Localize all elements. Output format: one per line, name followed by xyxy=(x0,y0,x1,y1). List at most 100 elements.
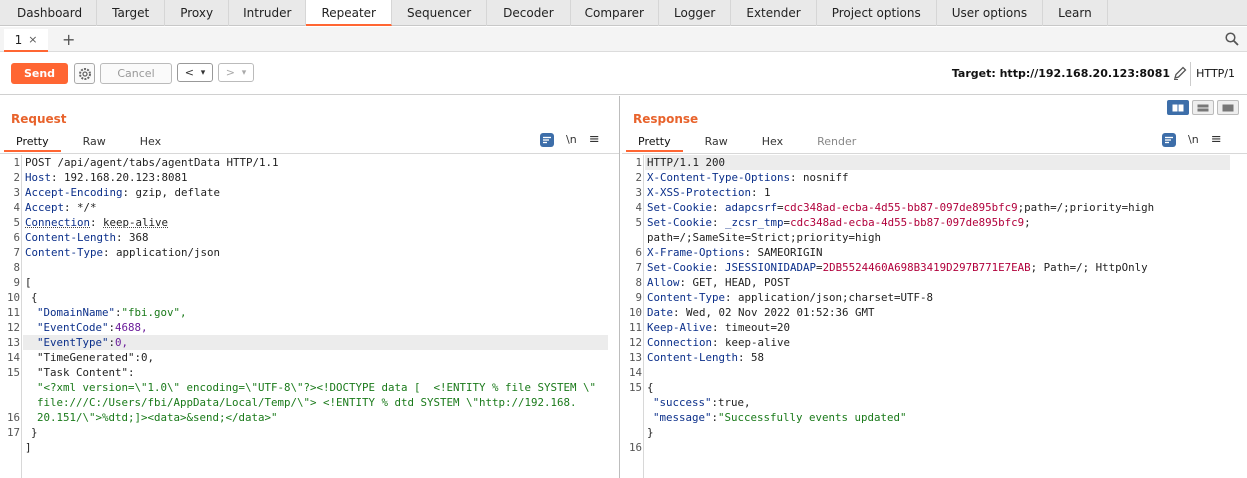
line-number: 9 xyxy=(635,291,642,304)
tab-learn[interactable]: Learn xyxy=(1043,0,1108,26)
request-tab-raw[interactable]: Raw xyxy=(71,132,118,152)
line-number xyxy=(0,395,20,410)
target-label: Target: http://192.168.20.123:8081 xyxy=(951,67,1170,80)
header-x-frame-options: X-Frame-Options: SAMEORIGIN xyxy=(647,246,823,259)
tabs-icon xyxy=(1222,104,1234,111)
columns-icon xyxy=(1172,104,1184,111)
close-icon[interactable]: × xyxy=(28,33,37,46)
header-date: Date: Wed, 02 Nov 2022 01:52:36 GMT xyxy=(647,306,875,319)
json-open-brace: { xyxy=(647,381,654,394)
header-accept: Accept: */* xyxy=(25,201,97,214)
tab-sequencer[interactable]: Sequencer xyxy=(392,0,488,26)
response-pane: Response Pretty Raw Hex Render \n ≡ 1234… xyxy=(622,96,1247,478)
menu-icon[interactable]: ≡ xyxy=(589,132,600,147)
header-connection: Connection: keep-alive xyxy=(647,336,791,349)
current-line-highlight xyxy=(645,155,1230,170)
response-tab-render[interactable]: Render xyxy=(805,132,868,152)
forward-button[interactable]: > ▾ xyxy=(218,63,254,82)
chevron-down-icon[interactable]: ▾ xyxy=(201,68,206,78)
header-allow: Allow: GET, HEAD, POST xyxy=(647,276,791,289)
send-button[interactable]: Send xyxy=(11,63,68,84)
chevron-down-icon[interactable]: ▾ xyxy=(242,68,247,78)
header-content-type: Content-Type: application/json;charset=U… xyxy=(647,291,934,304)
json-close-bracket: ] xyxy=(25,441,32,454)
pretty-print-icon[interactable] xyxy=(1162,132,1176,147)
json-close-brace: } xyxy=(647,426,654,439)
newline-toggle[interactable]: \n xyxy=(1188,133,1199,146)
tab-user-options[interactable]: User options xyxy=(937,0,1044,26)
chevron-right-icon: > xyxy=(225,66,235,79)
line-number: 3 xyxy=(635,186,642,199)
layout-side-by-side-button[interactable] xyxy=(1167,100,1189,115)
line-number: 14 xyxy=(6,351,20,364)
header-connection: Connection: keep-alive xyxy=(25,216,169,229)
pencil-icon[interactable] xyxy=(1172,65,1188,81)
line-number: 10 xyxy=(628,306,642,319)
line-number: 8 xyxy=(635,276,642,289)
line-number: 7 xyxy=(13,246,20,259)
tab-comparer[interactable]: Comparer xyxy=(571,0,659,26)
response-editor-controls: \n ≡ xyxy=(1162,132,1222,147)
response-tab-pretty[interactable]: Pretty xyxy=(626,132,683,152)
layout-stacked-button[interactable] xyxy=(1192,100,1214,115)
request-pane: Request Pretty Raw Hex \n ≡ 1 2 3 4 5 6 7 8 9 10 1… xyxy=(0,96,620,478)
header-host: Host: 192.168.20.123:8081 xyxy=(25,171,188,184)
line-number: 15 xyxy=(6,366,20,379)
line-number: 14 xyxy=(628,366,642,379)
line-number: 8 xyxy=(13,261,20,274)
line-number: 11 xyxy=(6,306,20,319)
response-title: Response xyxy=(633,112,699,126)
json-open-brace: { xyxy=(31,291,38,304)
cancel-button[interactable]: Cancel xyxy=(100,63,172,84)
add-tab-icon[interactable]: + xyxy=(62,30,75,49)
http-version-toggle[interactable]: HTTP/1 xyxy=(1196,67,1235,80)
tab-logger[interactable]: Logger xyxy=(659,0,732,26)
line-number: 1 xyxy=(635,156,642,169)
tab-proxy[interactable]: Proxy xyxy=(165,0,230,26)
line-number: 13 xyxy=(6,336,20,349)
json-field-message: "message":"Successfully events updated" xyxy=(653,411,907,424)
layout-tabbed-button[interactable] xyxy=(1217,100,1239,115)
header-content-type: Content-Type: application/json xyxy=(25,246,221,259)
request-tab-hex[interactable]: Hex xyxy=(128,132,173,152)
repeater-toolbar: Send Cancel < ▾ > ▾ Target: http://192.1… xyxy=(0,53,1247,95)
line-number: 4 xyxy=(635,201,642,214)
tab-repeater[interactable]: Repeater xyxy=(306,0,392,26)
line-number: 15 xyxy=(628,381,642,394)
request-tab-pretty[interactable]: Pretty xyxy=(4,132,61,152)
line-number xyxy=(0,380,20,395)
request-title: Request xyxy=(11,112,67,126)
request-editor-controls: \n ≡ xyxy=(540,132,600,147)
tab-dashboard[interactable]: Dashboard xyxy=(3,0,98,26)
response-tab-hex[interactable]: Hex xyxy=(750,132,795,152)
line-number xyxy=(622,230,642,245)
line-number: 5 xyxy=(635,216,642,229)
menu-icon[interactable]: ≡ xyxy=(1211,132,1222,147)
line-number: 4 xyxy=(13,201,20,214)
tab-extender[interactable]: Extender xyxy=(731,0,817,26)
repeater-tab-1[interactable]: 1 × xyxy=(4,29,48,52)
tab-project-options[interactable]: Project options xyxy=(817,0,937,26)
response-tab-raw[interactable]: Raw xyxy=(693,132,740,152)
line-number: 6 xyxy=(13,231,20,244)
layout-toggle-group xyxy=(1167,100,1239,115)
newline-toggle[interactable]: \n xyxy=(566,133,577,146)
line-number: 12 xyxy=(628,336,642,349)
tab-target[interactable]: Target xyxy=(97,0,166,26)
search-icon[interactable] xyxy=(1225,32,1239,46)
line-number: 7 xyxy=(635,261,642,274)
line-number: 12 xyxy=(6,321,20,334)
gear-icon xyxy=(78,67,91,80)
pretty-print-icon[interactable] xyxy=(540,132,554,147)
line-number: 13 xyxy=(628,351,642,364)
tab-decoder[interactable]: Decoder xyxy=(487,0,571,26)
line-number: 1 xyxy=(13,156,20,169)
line-number xyxy=(622,410,642,425)
line-number: 2 xyxy=(635,171,642,184)
back-button[interactable]: < ▾ xyxy=(177,63,213,82)
settings-button[interactable] xyxy=(74,63,95,84)
line-number: 5 xyxy=(13,216,20,229)
tab-intruder[interactable]: Intruder xyxy=(229,0,307,26)
header-set-cookie-zcsr: Set-Cookie: _zcsr_tmp=cdc348ad-ecba-4d55… xyxy=(647,216,1031,229)
header-content-length: Content-Length: 368 xyxy=(25,231,149,244)
